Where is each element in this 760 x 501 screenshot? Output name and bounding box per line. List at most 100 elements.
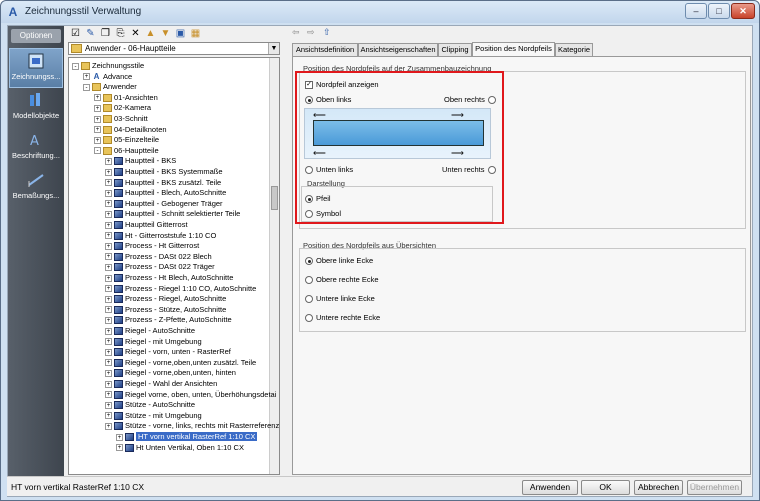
- expand-icon[interactable]: +: [105, 253, 112, 261]
- delete-icon[interactable]: ✕: [129, 27, 142, 40]
- sidebar-item-dimensions[interactable]: Bemaßungs...: [9, 168, 63, 208]
- tree-item[interactable]: + Prozess - Z-Pfette, AutoSchnitte: [105, 315, 232, 325]
- collapse-icon[interactable]: -: [83, 83, 90, 91]
- tab-kategorie[interactable]: Kategorie: [555, 43, 593, 56]
- apply-button[interactable]: Anwenden: [522, 480, 578, 495]
- tree-scrollbar[interactable]: [269, 58, 279, 474]
- radio-pfeil[interactable]: Pfeil: [305, 194, 331, 204]
- radio-symbol[interactable]: Symbol: [305, 209, 341, 219]
- radio-obere-rechte-ecke[interactable]: Obere rechte Ecke: [305, 275, 379, 285]
- sidebar-item-annotation[interactable]: A Beschriftung...: [9, 128, 63, 168]
- tree-item[interactable]: + A Advance: [83, 72, 132, 82]
- expand-icon[interactable]: +: [105, 242, 112, 250]
- options-label[interactable]: Optionen: [11, 29, 61, 43]
- expand-icon[interactable]: +: [105, 168, 112, 176]
- expand-icon[interactable]: +: [105, 210, 112, 218]
- tree-item[interactable]: + Hauptteil - BKS Systemmaße: [105, 167, 223, 177]
- tree-item[interactable]: + Hauptteil - BKS zusätzl. Teile: [105, 178, 221, 188]
- tree-item[interactable]: + Riegel - Wahl der Ansichten: [105, 379, 217, 389]
- expand-icon[interactable]: +: [105, 179, 112, 187]
- tree-item[interactable]: +03-Schnitt: [94, 114, 148, 124]
- expand-icon[interactable]: +: [94, 104, 101, 112]
- forward-arrow-icon[interactable]: ⇨: [307, 27, 315, 38]
- expand-icon[interactable]: +: [105, 263, 112, 271]
- sidebar-item-model-objects[interactable]: Modellobjekte: [9, 88, 63, 128]
- back-arrow-icon[interactable]: ⇦: [292, 27, 300, 38]
- tree-item[interactable]: + Prozess - Stütze, AutoSchnitte: [105, 305, 226, 315]
- radio-top-right[interactable]: Oben rechts: [444, 95, 496, 105]
- close-button[interactable]: ✕: [731, 3, 755, 19]
- expand-icon[interactable]: +: [116, 444, 123, 452]
- sidebar-item-drawing-styles[interactable]: Zeichnungss...: [9, 48, 63, 88]
- minimize-button[interactable]: –: [685, 3, 707, 19]
- tree-item[interactable]: + Riegel - mit Umgebung: [105, 337, 202, 347]
- tree-item[interactable]: + Ht - Gitterroststufe 1:10 CO: [105, 231, 216, 241]
- expand-icon[interactable]: +: [105, 412, 112, 420]
- radio-bottom-left[interactable]: Unten links: [305, 165, 353, 175]
- tree-item[interactable]: + Prozess - DASt 022 Blech: [105, 252, 212, 262]
- style-filter-dropdown[interactable]: Anwender - 06-Hauptteile ▼: [68, 42, 280, 55]
- tree-item[interactable]: + Riegel - vorne,oben,unten, hinten: [105, 368, 236, 378]
- expand-icon[interactable]: +: [105, 401, 112, 409]
- expand-icon[interactable]: +: [83, 73, 90, 81]
- cancel-button[interactable]: Abbrechen: [634, 480, 683, 495]
- radio-obere-linke-ecke[interactable]: Obere linke Ecke: [305, 256, 373, 266]
- expand-icon[interactable]: +: [105, 157, 112, 165]
- tree-item[interactable]: + Hauptteil - Gebogener Träger: [105, 199, 223, 209]
- up-arrow-icon[interactable]: ⇧: [323, 27, 331, 38]
- expand-icon[interactable]: +: [105, 348, 112, 356]
- expand-icon[interactable]: +: [105, 221, 112, 229]
- tree-item[interactable]: +02-Kamera: [94, 103, 151, 113]
- take-over-button[interactable]: Übernehmen: [687, 480, 742, 495]
- tree-item[interactable]: + Stütze - AutoSchnitte: [105, 400, 195, 410]
- tree-item[interactable]: + Prozess - Riegel, AutoSchnitte: [105, 294, 226, 304]
- tree-item[interactable]: + Hauptteil - BKS: [105, 156, 176, 166]
- expand-icon[interactable]: +: [105, 369, 112, 377]
- expand-icon[interactable]: +: [105, 359, 112, 367]
- tree-item[interactable]: + Process - Ht Gitterrost: [105, 241, 199, 251]
- collapse-icon[interactable]: -: [94, 147, 101, 155]
- tab-ansichtseigenschaften[interactable]: Ansichtseigenschaften: [358, 43, 438, 56]
- expand-icon[interactable]: +: [105, 316, 112, 324]
- tree-item[interactable]: - Anwender: [83, 82, 137, 92]
- tab-ansichtsdefinition[interactable]: Ansichtsdefinition: [292, 43, 358, 56]
- folder-icon[interactable]: ▦: [189, 27, 202, 40]
- tree-item[interactable]: + Prozess - DASt 022 Träger: [105, 262, 215, 272]
- tree-item[interactable]: + Prozess - Riegel 1:10 CO, AutoSchnitte: [105, 284, 256, 294]
- expand-icon[interactable]: +: [105, 285, 112, 293]
- expand-icon[interactable]: +: [105, 274, 112, 282]
- tree-item[interactable]: + Riegel - vorn, unten - RasterRef: [105, 347, 231, 357]
- expand-icon[interactable]: +: [105, 380, 112, 388]
- tab-nordpfeil[interactable]: Position des Nordpfeils: [472, 42, 555, 56]
- radio-top-left[interactable]: Oben links: [305, 95, 351, 105]
- tree-item[interactable]: + Prozess - Ht Blech, AutoSchnitte: [105, 273, 233, 283]
- chevron-down-icon[interactable]: ▼: [268, 43, 279, 54]
- edit-icon[interactable]: ▣: [174, 27, 187, 40]
- tree-item[interactable]: +01-Ansichten: [94, 93, 158, 103]
- tab-clipping[interactable]: Clipping: [438, 43, 472, 56]
- style-tree[interactable]: - Zeichnungsstile + A Advance - Anwender +01-An…: [68, 57, 280, 475]
- ok-button[interactable]: OK: [581, 480, 630, 495]
- tree-item[interactable]: +04-Detailknoten: [94, 125, 167, 135]
- tree-item[interactable]: + Riegel - vorne,oben,unten zusätzl. Teil…: [105, 358, 256, 368]
- tree-item[interactable]: + Ht Unten Vertikal, Oben 1:10 CX: [116, 443, 244, 453]
- tree-item[interactable]: + Hauptteil - Schnitt selektierter Teile: [105, 209, 240, 219]
- checkbox-icon[interactable]: ☑: [69, 27, 82, 40]
- expand-icon[interactable]: +: [94, 115, 101, 123]
- expand-icon[interactable]: +: [105, 422, 112, 430]
- expand-icon[interactable]: +: [94, 126, 101, 134]
- tree-item[interactable]: + Riegel vorne, oben, unten, Überhöhungsd…: [105, 390, 276, 400]
- folder-import-icon[interactable]: ▲: [144, 27, 157, 40]
- expand-icon[interactable]: +: [105, 391, 112, 399]
- expand-icon[interactable]: +: [94, 94, 101, 102]
- copy-icon[interactable]: ❐: [99, 27, 112, 40]
- expand-icon[interactable]: +: [94, 136, 101, 144]
- radio-untere-linke-ecke[interactable]: Untere linke Ecke: [305, 294, 375, 304]
- expand-icon[interactable]: +: [105, 232, 112, 240]
- expand-icon[interactable]: +: [105, 327, 112, 335]
- paste-icon[interactable]: ⎘: [114, 27, 127, 40]
- tree-item[interactable]: - 06-Hauptteile: [94, 146, 159, 156]
- expand-icon[interactable]: +: [105, 338, 112, 346]
- tree-item[interactable]: +05-Einzelteile: [94, 135, 159, 145]
- collapse-icon[interactable]: -: [72, 62, 79, 70]
